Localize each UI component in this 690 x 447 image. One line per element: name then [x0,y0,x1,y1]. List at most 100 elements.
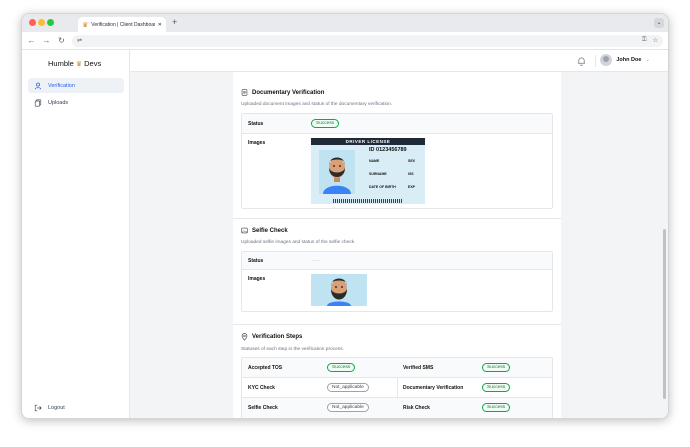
license-band: DRIVER LICENSE [311,138,425,145]
license-field-sex: SEX [408,159,416,163]
table-row: Images DRIVER LICENSE ID 0123456789 NAME… [242,134,552,208]
sidebar-item-verification[interactable]: Verification [28,78,124,93]
license-field-name: NAME [369,159,380,163]
documentary-description: Uploaded document images and status of t… [241,102,393,107]
user-name: John Doe [616,57,642,63]
user-menu[interactable]: John Doe ⌄ [600,54,650,66]
license-field-dob: DATE OF BIRTH [369,185,396,189]
license-barcode [333,199,403,203]
logout-button[interactable]: Logout [28,400,124,415]
selfie-description: Uploaded selfie images and status of the… [241,240,356,245]
step-label: Documentary Verification [403,385,464,391]
tab-close-icon[interactable]: ✕ [158,22,162,28]
page-scrollbar[interactable] [663,229,666,399]
license-field-exp: EXP [408,185,416,189]
step-label: Accepted TOS [248,365,283,371]
status-badge: Success [327,363,356,372]
license-field-iss: ISS [408,172,414,176]
license-photo [319,150,355,194]
avatar [600,54,613,66]
logout-label: Logout [48,404,65,411]
status-badge: Success [482,363,511,372]
bell-icon[interactable] [577,56,586,66]
step-label: Risk Check [403,405,430,411]
top-header: John Doe ⌄ [130,50,668,72]
browser-tabbar: ♛ Verification | Client Dashboard ✕ + ⌄ [22,14,668,32]
table-row: Images [242,270,552,311]
selfie-section: Selfie Check Uploaded selfie images and … [241,227,553,312]
sidebar: Humble ♛ Devs Verification Uploads Logou… [22,50,130,418]
location-pin-icon [241,333,248,341]
table-row: Status Success [242,114,552,134]
brand-word-2: Devs [84,59,102,68]
user-check-icon [34,82,42,89]
address-bar[interactable]: ⇌ ⚿ ☆ [72,34,663,47]
tab-title: Verification | Client Dashboard [91,21,155,28]
browser-window: ♛ Verification | Client Dashboard ✕ + ⌄ … [21,13,669,419]
browser-toolbar: ← → ↻ ⇌ ⚿ ☆ [22,32,668,50]
logout-icon [34,404,42,411]
driver-license-image[interactable]: DRIVER LICENSE ID 0123456789 NAME SEX SU… [311,138,425,204]
selfie-table: Status —— Images [241,251,553,312]
reload-icon[interactable]: ↻ [57,36,66,45]
section-divider [233,324,561,325]
license-field-surname: SURNAME [369,172,387,176]
selfie-image[interactable] [311,274,367,306]
password-key-icon[interactable]: ⚿ [642,37,647,44]
bookmark-star-icon[interactable]: ☆ [653,37,658,44]
documentary-table: Status Success Images DRIVER LICENSE ID … [241,113,553,209]
status-label: Status [248,258,264,264]
chevron-down-icon: ⌄ [645,57,650,63]
minimize-window-button[interactable] [38,19,45,26]
new-tab-button[interactable]: + [172,17,177,27]
images-label: Images [248,140,266,146]
close-window-button[interactable] [29,19,36,26]
steps-table: Accepted TOS Success Verified SMS Succes… [241,357,553,418]
selfie-title: Selfie Check [241,227,553,234]
back-arrow-icon[interactable]: ← [27,36,36,45]
status-badge: Not_applicable [327,403,369,412]
main-panel: Documentary Verification Uploaded docume… [130,72,668,418]
images-label: Images [248,276,266,282]
forward-arrow-icon[interactable]: → [42,36,51,45]
image-icon [241,227,248,234]
steps-description: Statuses of each step in the verificatio… [241,347,344,352]
status-badge: Success [482,383,511,392]
section-title: Verification Steps [252,334,303,340]
brand-word-1: Humble [48,59,74,68]
copy-icon [34,98,42,107]
verification-page: Documentary Verification Uploaded docume… [233,72,561,418]
steps-section: Verification Steps Statuses of each step… [241,333,553,418]
status-badge: Success [311,119,340,128]
crown-icon: ♛ [75,60,83,68]
table-row: Status —— [242,252,552,270]
maximize-window-button[interactable] [47,19,54,26]
status-empty-value: —— [311,258,321,264]
documentary-section: Documentary Verification Uploaded docume… [241,89,553,209]
steps-title: Verification Steps [241,333,553,341]
sidebar-item-label: Verification [48,82,75,89]
table-row: Selfie Check Not_applicable Risk Check S… [242,398,552,418]
section-divider [233,218,561,219]
app-content: Humble ♛ Devs Verification Uploads Logou… [22,50,668,418]
site-settings-icon[interactable]: ⇌ [77,37,82,44]
browser-tab[interactable]: ♛ Verification | Client Dashboard ✕ [78,17,166,32]
header-divider [595,55,596,67]
status-label: Status [248,121,264,127]
table-row: Accepted TOS Success Verified SMS Succes… [242,358,552,378]
status-badge: Not_applicable [327,383,369,392]
tab-search-button[interactable]: ⌄ [654,18,664,28]
section-title: Documentary Verification [252,89,325,96]
license-id-number: ID 0123456789 [369,147,407,153]
sidebar-item-label: Uploads [48,99,69,106]
document-icon [241,89,248,96]
step-label: Selfie Check [248,405,278,411]
favicon-icon: ♛ [82,21,89,29]
step-label: KYC Check [248,385,275,391]
table-row: KYC Check Not_applicable Documentary Ver… [242,378,552,398]
sidebar-item-uploads[interactable]: Uploads [28,95,124,110]
section-title: Selfie Check [252,227,288,234]
brand-logo[interactable]: Humble ♛ Devs [48,59,129,68]
status-badge: Success [482,403,511,412]
step-label: Verified SMS [403,365,434,371]
